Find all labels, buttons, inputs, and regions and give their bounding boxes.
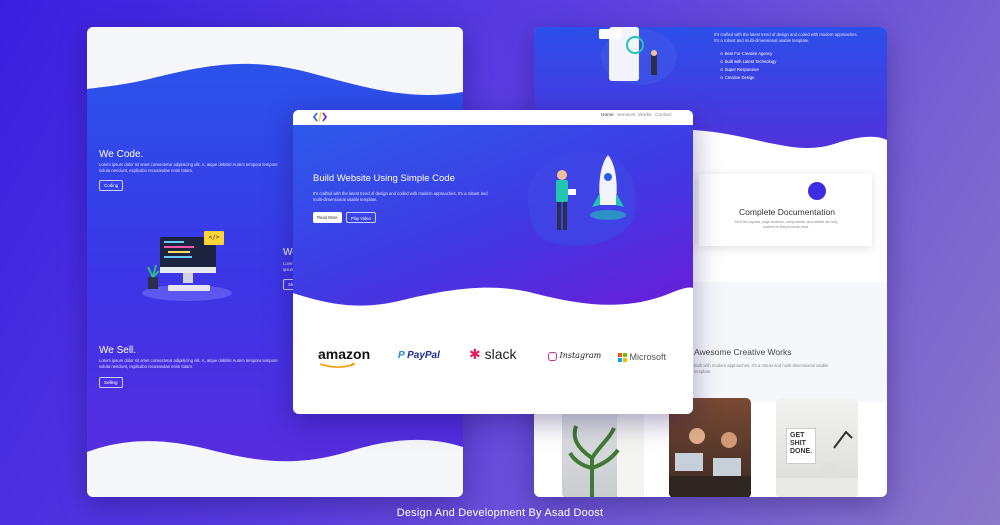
nav-home[interactable]: Home <box>601 113 614 118</box>
top-wave <box>87 27 463 96</box>
coding-button[interactable]: Coding <box>99 180 124 191</box>
rocket-illustration <box>527 150 637 247</box>
section-title-code: We Code. <box>99 149 144 160</box>
code-icon: </> <box>204 231 224 245</box>
phone-illustration <box>599 27 677 85</box>
microsoft-label: Microsoft <box>629 352 667 362</box>
intro-text: It's crafted with the latest trend of de… <box>714 32 858 43</box>
microsoft-logo: Microsoft <box>618 352 667 363</box>
nav-works[interactable]: Works <box>638 113 652 118</box>
service-title: Complete Documentation <box>739 207 835 217</box>
microsoft-windows-icon <box>618 353 627 363</box>
nav-services[interactable]: Services <box>617 113 635 118</box>
service-card-documentation: Complete Documentation All of the layout… <box>699 174 872 246</box>
feature-4: ⊙ Creative Design <box>720 75 755 80</box>
section-text-sell: Lorem ipsum dolor sit amet consectetur a… <box>99 358 278 369</box>
slack-logo: ✱ slack <box>469 346 517 363</box>
paypal-logo: P PayPal <box>398 350 440 361</box>
feature-3: ⊙ Super Responsive <box>720 67 759 72</box>
work-photo-desk[interactable]: GET SHIT DONE. <box>776 398 858 497</box>
instagram-logo: Instagram <box>548 351 601 361</box>
paypal-p-icon: P <box>398 350 405 361</box>
hero-title: Build Website Using Simple Code <box>313 173 455 184</box>
amazon-smile-icon <box>319 363 356 368</box>
service-text: All of the layouts, page sections, compo… <box>734 220 838 229</box>
amazon-logo: amazon <box>318 346 371 362</box>
desk-icon <box>776 430 858 497</box>
slack-hash-icon: ✱ <box>469 346 481 362</box>
code-icon <box>808 182 826 200</box>
instagram-camera-icon <box>548 351 557 361</box>
hero-wave <box>293 287 693 333</box>
read-more-button[interactable]: Read More <box>313 212 342 223</box>
slack-label: slack <box>484 346 517 362</box>
play-video-button[interactable]: Play Video <box>346 212 376 223</box>
hero-text: It's crafted with the latest trend of de… <box>313 191 488 202</box>
feature-label: Super Responsive <box>724 67 759 72</box>
bottom-wave <box>87 439 463 497</box>
main-preview-card: Home Services Works Contact Build Websit… <box>293 110 693 414</box>
nav-contact[interactable]: Contact <box>655 113 672 118</box>
code-brackets-icon[interactable] <box>313 112 327 122</box>
navbar: Home Services Works Contact <box>293 110 693 125</box>
selling-button[interactable]: Selling <box>99 377 123 388</box>
feature-1: ⊙ Best For Creative Agency <box>720 51 773 56</box>
footer-caption: Design And Development By Asad Doost <box>396 507 604 519</box>
feature-label: Built with Latest Technology <box>724 59 777 64</box>
feature-2: ⊙ Built with Latest Technology <box>720 59 777 64</box>
section-text-code: Lorem ipsum dolor sit amet consectetur a… <box>99 162 278 173</box>
works-title: Awesome Creative Works <box>694 347 792 357</box>
section-title-sell: We Sell. <box>99 345 137 356</box>
feature-label: Creative Design <box>724 75 755 80</box>
paypal-label: PayPal <box>407 350 440 361</box>
works-text: Built with modern approaches. It's a rob… <box>694 363 829 374</box>
feature-label: Best For Creative Agency <box>724 51 773 56</box>
instagram-label: Instagram <box>559 351 602 360</box>
